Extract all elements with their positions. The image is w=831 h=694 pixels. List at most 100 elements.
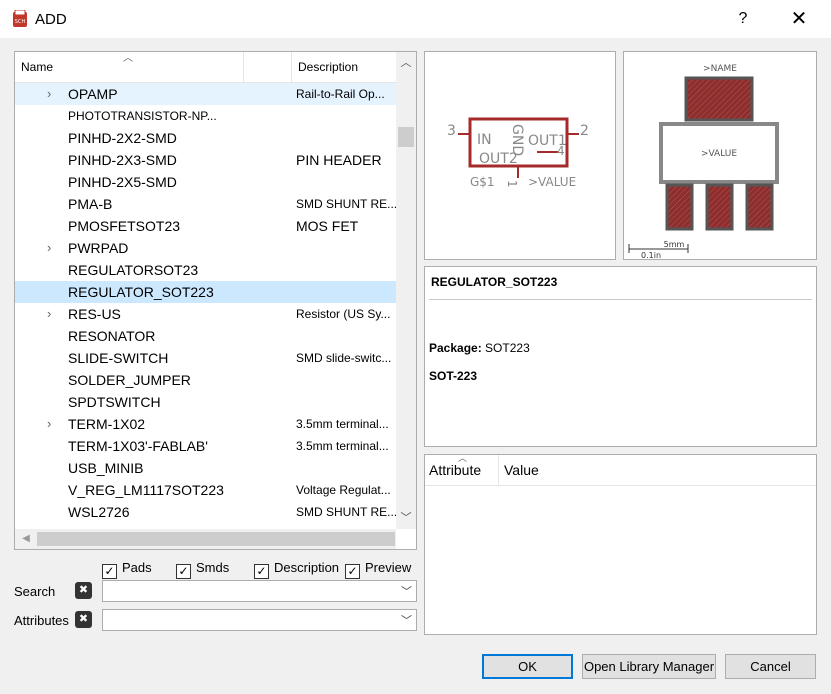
pin-in-label: IN	[477, 132, 492, 148]
window-title: ADD	[35, 11, 67, 28]
package-preview: >NAME >VALUE 5mm 0.1in	[623, 51, 817, 260]
smds-check-icon[interactable]: ✓	[176, 564, 191, 579]
list-item[interactable]: USB_MINIB	[15, 457, 396, 479]
clear-search-icon[interactable]: ✖	[75, 582, 92, 599]
description-checkbox[interactable]: ✓ Description	[254, 559, 339, 579]
list-item[interactable]: SPDTSWITCH	[15, 391, 396, 413]
attributes-input[interactable]: ﹀	[102, 609, 417, 631]
pads-check-icon[interactable]: ✓	[102, 564, 117, 579]
symbol-preview: 3 2 IN OUT1 OUT2 4 GND 1 G$1 >VALUE	[424, 51, 616, 260]
cancel-button[interactable]: Cancel	[725, 654, 816, 679]
pin-number-right: 2	[580, 123, 589, 139]
symbol-name-label: G$1	[470, 175, 495, 189]
pads-checkbox[interactable]: ✓ Pads	[102, 559, 152, 579]
scale-mm-label: 5mm	[664, 240, 685, 249]
device-description: SMD slide-switc...	[296, 351, 392, 365]
package-value-label: >VALUE	[701, 149, 737, 159]
device-name: USB_MINIB	[68, 460, 144, 476]
device-name: SPDTSWITCH	[68, 394, 161, 410]
list-item[interactable]: REGULATORSOT23	[15, 259, 396, 281]
device-description: Resistor (US Sy...	[296, 307, 391, 321]
smds-checkbox[interactable]: ✓ Smds	[176, 559, 229, 579]
vertical-scroll-thumb[interactable]	[398, 127, 414, 147]
list-item[interactable]: PINHD-2X3-SMD PIN HEADER	[15, 149, 396, 171]
package-name-label: >NAME	[703, 64, 737, 74]
device-description: Voltage Regulat...	[296, 483, 391, 497]
device-name: REGULATORSOT23	[68, 262, 199, 278]
sort-ascending-icon: ︿	[123, 53, 133, 64]
scroll-left-arrow-icon[interactable]: ◀	[17, 529, 35, 549]
schematic-app-icon: SCH	[13, 10, 27, 27]
list-item[interactable]: SLIDE-SWITCH SMD slide-switc...	[15, 347, 396, 369]
attributes-label: Attributes	[14, 613, 69, 628]
device-name: SLIDE-SWITCH	[68, 350, 169, 366]
search-label: Search	[14, 584, 56, 599]
list-item[interactable]: SOLDER_JUMPER	[15, 369, 396, 391]
chevron-right-icon[interactable]: ›	[47, 303, 57, 325]
preview-check-icon[interactable]: ✓	[345, 564, 360, 579]
device-name: PMOSFETSOT23	[68, 218, 181, 234]
device-name: WSL2726	[68, 504, 130, 520]
device-list[interactable]: Name Description ︿ › OPAMP Rail-to-Rail Op…	[14, 51, 417, 550]
horizontal-scrollbar[interactable]: ◀	[15, 529, 396, 549]
list-item[interactable]: REGULATOR_SOT223	[15, 281, 396, 303]
preview-checkbox[interactable]: ✓ Preview	[345, 559, 411, 579]
search-dropdown-arrow-icon[interactable]: ﹀	[401, 583, 412, 599]
device-name: REGULATOR_SOT223	[68, 284, 214, 300]
device-name: PWRPAD	[68, 240, 129, 256]
search-input[interactable]: ﹀	[102, 580, 417, 602]
list-item[interactable]: TERM-1X03'-FABLAB' 3.5mm terminal...	[15, 435, 396, 457]
horizontal-scroll-thumb[interactable]	[37, 532, 395, 546]
device-name: SOLDER_JUMPER	[68, 372, 191, 388]
column-header-value[interactable]: Value	[499, 455, 699, 486]
package-info: Package: SOT223	[429, 341, 530, 355]
list-header: Name Description ︿	[15, 52, 396, 83]
list-item[interactable]: V_REG_LM1117SOT223 Voltage Regulat...	[15, 479, 396, 501]
column-header-description[interactable]: Description	[292, 52, 396, 83]
attribute-table[interactable]: Attribute Value ︿	[424, 453, 817, 635]
column-header-blank[interactable]	[244, 52, 292, 83]
device-name: TERM-1X02	[68, 416, 146, 432]
description-check-icon[interactable]: ✓	[254, 564, 269, 579]
device-description: PIN HEADER	[296, 152, 382, 168]
help-button[interactable]: ?	[731, 6, 755, 32]
sort-ascending-icon: ︿	[458, 453, 468, 463]
regulator-symbol: 3 2 IN OUT1 OUT2 4 GND 1 G$1 >VALUE	[447, 117, 589, 189]
list-item[interactable]: RESONATOR	[15, 325, 396, 347]
list-item[interactable]: PMA-B SMD SHUNT RE...	[15, 193, 396, 215]
chevron-right-icon[interactable]: ›	[47, 237, 57, 259]
device-description: SMD SHUNT RE...	[296, 505, 396, 519]
device-description: SMD SHUNT RE...	[296, 197, 396, 211]
list-item[interactable]: › OPAMP Rail-to-Rail Op...	[15, 83, 396, 105]
chevron-right-icon[interactable]: ›	[47, 83, 57, 105]
description-panel: REGULATOR_SOT223 Package: SOT223 SOT-223	[424, 266, 817, 447]
svg-text:SCH: SCH	[15, 19, 26, 25]
pin-gnd-label: GND	[509, 124, 525, 156]
list-item[interactable]: › PWRPAD	[15, 237, 396, 259]
attributes-dropdown-arrow-icon[interactable]: ﹀	[401, 612, 412, 628]
pin-bottom-label: 1	[505, 180, 519, 188]
open-library-manager-button[interactable]: Open Library Manager	[582, 654, 716, 679]
sot223-footprint: >NAME >VALUE 5mm 0.1in	[628, 64, 779, 259]
device-name: V_REG_LM1117SOT223	[68, 482, 224, 498]
list-item[interactable]: › TERM-1X02 3.5mm terminal...	[15, 413, 396, 435]
pin-4-label: 4	[557, 144, 565, 158]
scroll-up-arrow-icon[interactable]: ︿	[396, 54, 416, 72]
chevron-right-icon[interactable]: ›	[47, 413, 57, 435]
scroll-down-arrow-icon[interactable]: ﹀	[396, 509, 416, 527]
list-item[interactable]: › RES-US Resistor (US Sy...	[15, 303, 396, 325]
list-item[interactable]: WSL2726 SMD SHUNT RE...	[15, 501, 396, 523]
list-item[interactable]: PMOSFETSOT23 MOS FET	[15, 215, 396, 237]
device-title: REGULATOR_SOT223	[431, 275, 558, 289]
list-item[interactable]: PHOTOTRANSISTOR-NP...	[15, 105, 396, 127]
device-name: RES-US	[68, 306, 121, 322]
list-item[interactable]: PINHD-2X5-SMD	[15, 171, 396, 193]
device-name: RESONATOR	[68, 328, 156, 344]
device-name: PMA-B	[68, 196, 113, 212]
vertical-scrollbar[interactable]: ︿ ﹀	[396, 52, 416, 529]
ok-button[interactable]: OK	[482, 654, 573, 679]
device-description: MOS FET	[296, 218, 359, 234]
close-button[interactable]: ✕	[784, 6, 814, 32]
list-item[interactable]: PINHD-2X2-SMD	[15, 127, 396, 149]
clear-attributes-icon[interactable]: ✖	[75, 611, 92, 628]
